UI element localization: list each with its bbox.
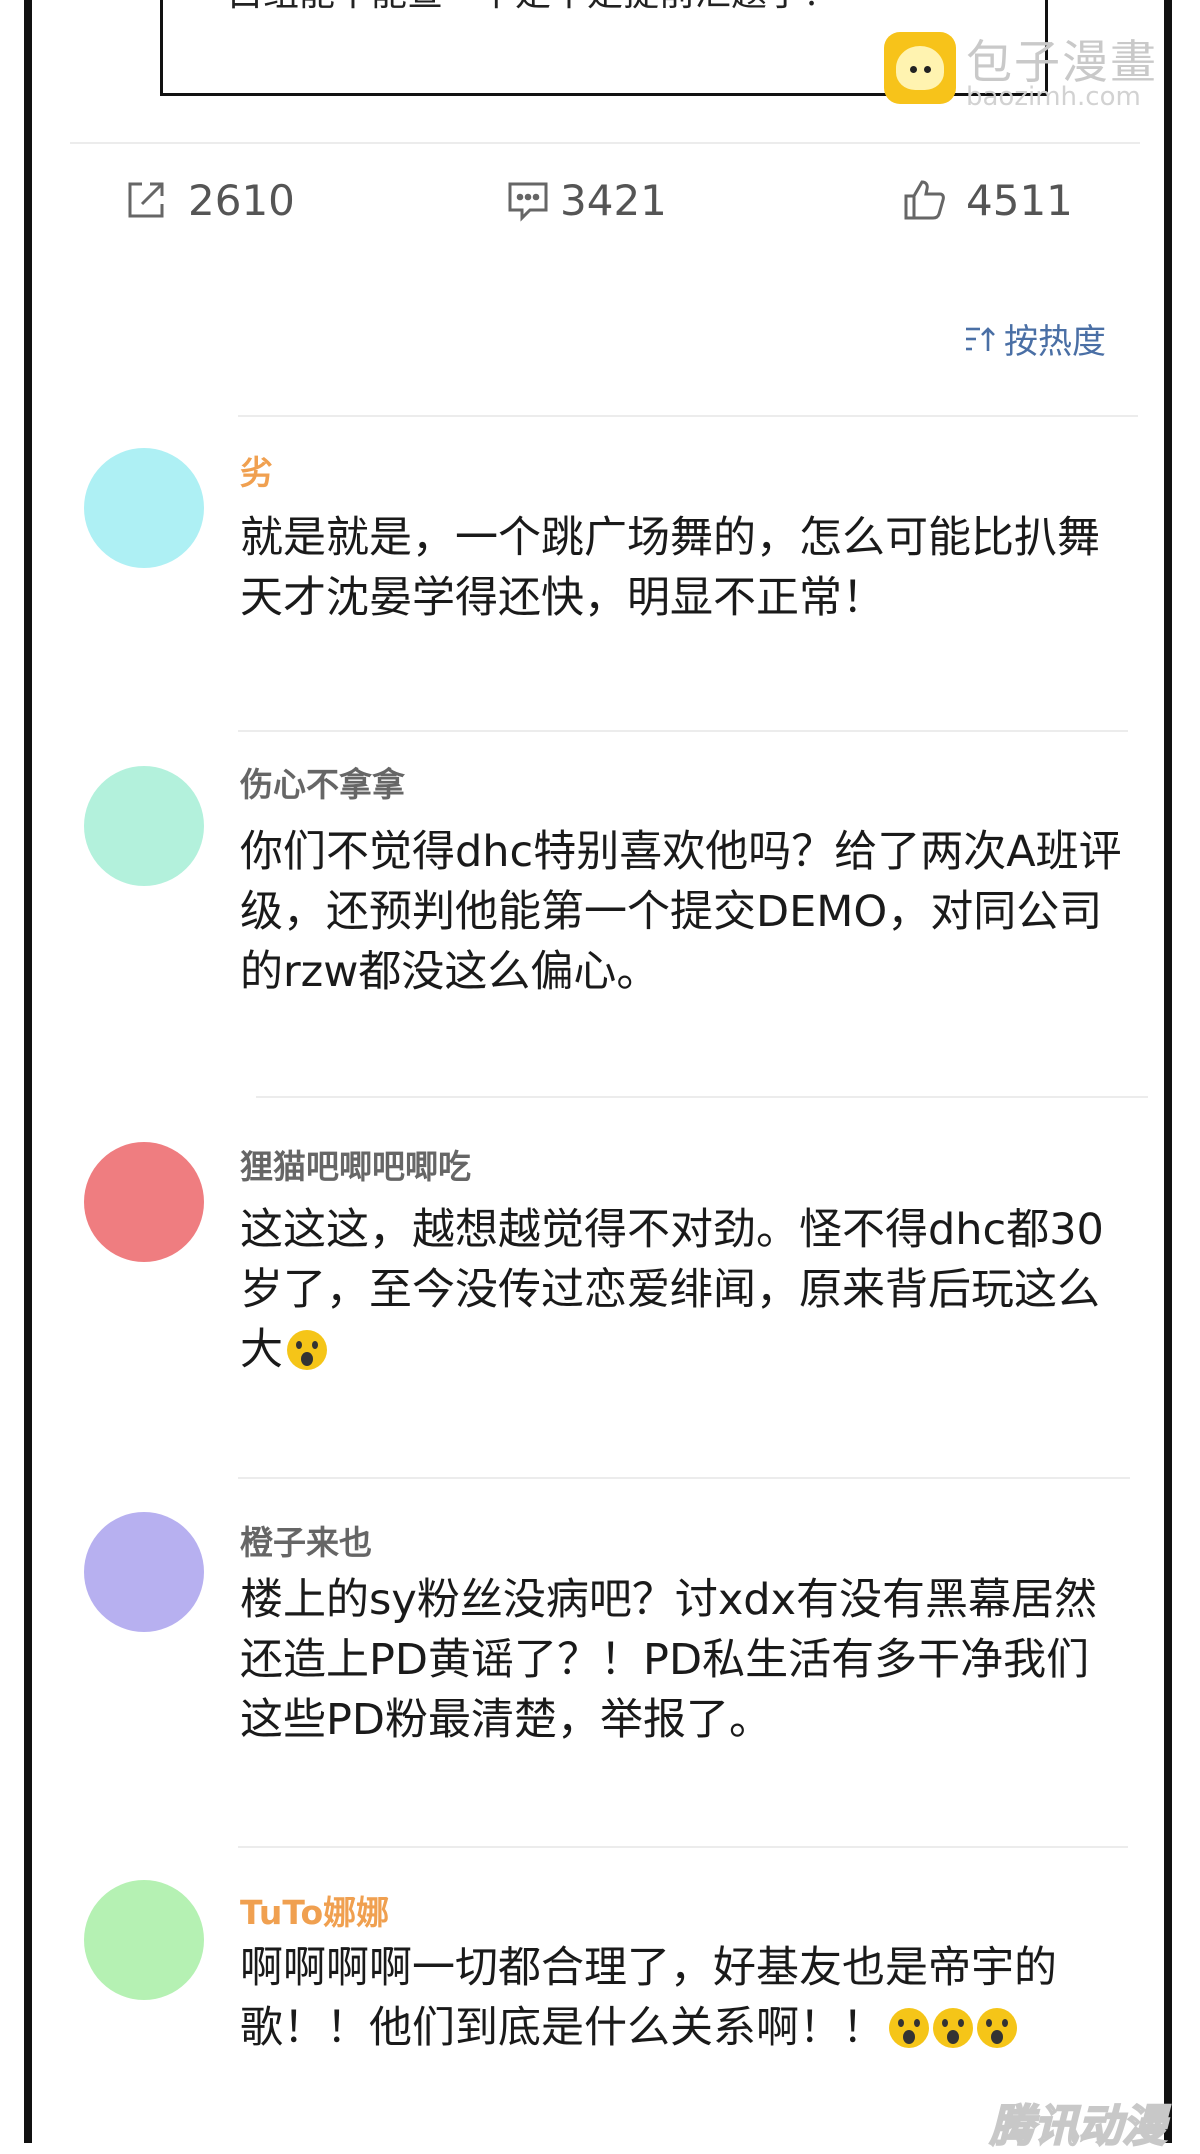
comment-username[interactable]: 伤心不拿拿 [240, 758, 405, 806]
like-count: 4511 [966, 175, 1073, 225]
comment-icon [508, 182, 548, 222]
comments-divider [238, 415, 1138, 417]
scream-emoji-icon [933, 2008, 973, 2048]
comment-username[interactable]: 橙子来也 [240, 1516, 372, 1564]
comment-text: 你们不觉得dhc特别喜欢他吗？给了两次A班评级，还预判他能第一个提交DEMO，对… [240, 827, 1122, 997]
watermark-url: baozimh.com [966, 82, 1141, 112]
share-button[interactable]: 2610 [122, 170, 295, 230]
previous-comment-text: 白组能不能查一下是不是提前泄题了？ [227, 0, 839, 16]
sort-by-hot-button[interactable]: 按热度 [962, 314, 1106, 363]
scream-emoji-icon [287, 1330, 327, 1370]
comment-text-content: 这这这，越想越觉得不对劲。怪不得dhc都30岁了，至今没传过恋爱绯闻，原来背后玩… [240, 1205, 1104, 1375]
share-icon [128, 182, 164, 218]
comment-text: 啊啊啊啊一切都合理了，好基友也是帝宇的歌！！他们到底是什么关系啊！！ [240, 1938, 1130, 2058]
comment-username[interactable]: 劣 [240, 446, 273, 494]
tencent-comic-watermark: 腾讯动漫 [989, 2100, 1167, 2153]
comment-count: 3421 [560, 175, 667, 225]
sort-label: 按热度 [1004, 322, 1106, 362]
thumbs-up-icon [904, 180, 945, 220]
scream-emoji-icon [977, 2008, 1017, 2048]
comment-text: 楼上的sy粉丝没病吧？讨xdx有没有黑幕居然还造上PD黄谣了？！PD私生活有多干… [240, 1575, 1098, 1745]
like-button[interactable]: 4511 [900, 170, 1073, 230]
comments-divider [238, 1477, 1130, 1479]
panel-border-right [1164, 0, 1172, 2143]
avatar[interactable] [84, 1142, 204, 1262]
comments-divider [238, 1846, 1128, 1848]
comments-divider [238, 730, 1128, 732]
watermark-logo-icon [884, 32, 956, 104]
avatar[interactable] [84, 1512, 204, 1632]
scream-emoji-icon [889, 2008, 929, 2048]
share-count: 2610 [188, 175, 295, 225]
avatar[interactable] [84, 1880, 204, 2000]
comment-button[interactable]: 3421 [504, 170, 667, 230]
avatar[interactable] [84, 766, 204, 886]
comment-username[interactable]: TuTo娜娜 [240, 1886, 389, 1934]
comment-text: 这这这，越想越觉得不对劲。怪不得dhc都30岁了，至今没传过恋爱绯闻，原来背后玩… [240, 1200, 1130, 1380]
comment-text: 就是就是，一个跳广场舞的，怎么可能比扒舞天才沈晏学得还快，明显不正常！ [240, 513, 1100, 623]
sort-icon [966, 326, 995, 351]
stats-top-divider [70, 142, 1140, 144]
comment-username[interactable]: 狸猫吧唧吧唧吃 [240, 1140, 471, 1188]
avatar[interactable] [84, 448, 204, 568]
comments-divider [256, 1096, 1148, 1098]
panel-border-left [24, 0, 32, 2143]
